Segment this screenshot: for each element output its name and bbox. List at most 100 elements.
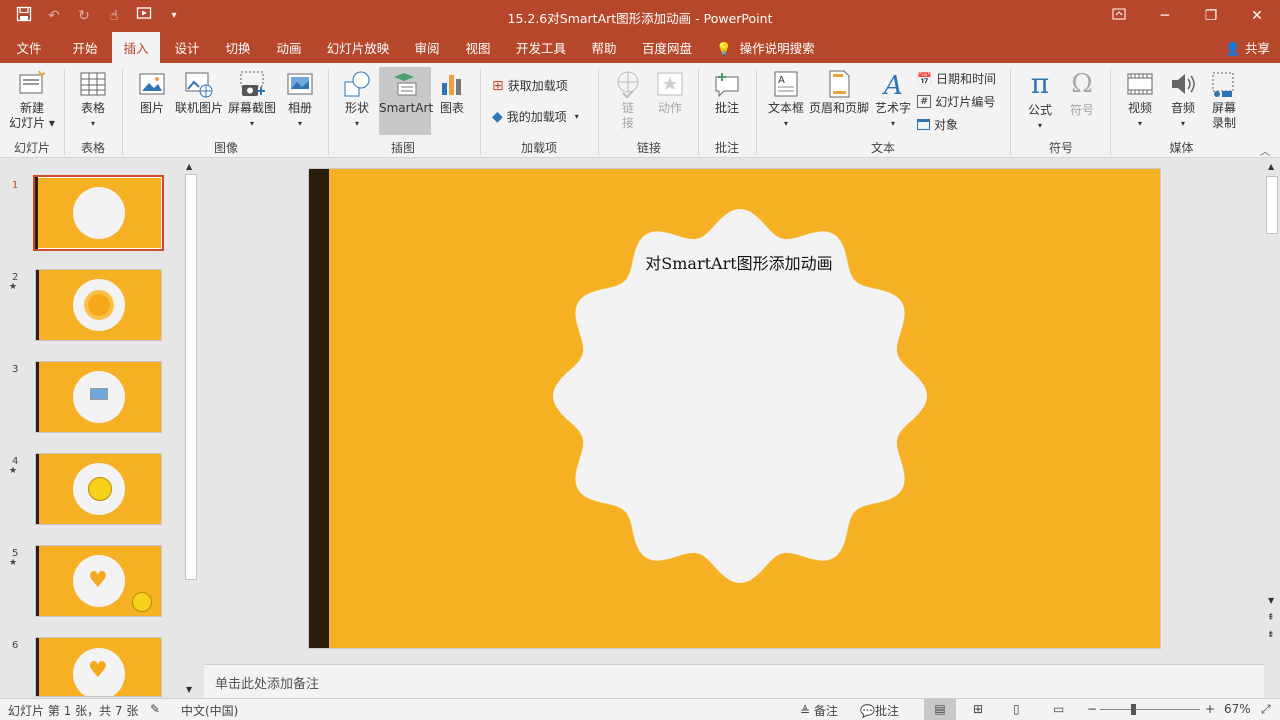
reading-view-icon[interactable]: ▯ bbox=[1013, 702, 1020, 716]
new-slide-button[interactable]: 新建 幻灯片 ▾ bbox=[6, 69, 58, 131]
textbox-button[interactable]: A 文本框 ▾ bbox=[766, 69, 806, 131]
action-button[interactable]: 动作 bbox=[652, 69, 688, 116]
tab-view[interactable]: 视图 bbox=[457, 32, 499, 63]
table-button[interactable]: 表格 ▾ bbox=[70, 69, 116, 131]
person-icon: 👤 bbox=[1225, 41, 1241, 56]
screenshot-label: 屏幕截图 bbox=[227, 101, 276, 115]
online-picture-icon bbox=[185, 72, 213, 98]
fit-slide-icon[interactable]: ⤢ bbox=[1261, 702, 1271, 717]
notes-pane[interactable]: 单击此处添加备注 bbox=[204, 664, 1264, 698]
tab-review[interactable]: 审阅 bbox=[406, 32, 448, 63]
symbol-button[interactable]: Ω 符号 bbox=[1064, 69, 1100, 118]
date-time-button[interactable]: 📅 日期和时间 bbox=[917, 70, 996, 87]
shapes-icon bbox=[344, 71, 370, 97]
tab-file[interactable]: 文件 bbox=[8, 32, 50, 63]
screen-record-button[interactable]: 屏幕 录制 bbox=[1205, 69, 1243, 131]
chevron-down-icon: ▾ bbox=[890, 119, 895, 128]
restore-icon[interactable]: ❐ bbox=[1188, 0, 1234, 32]
object-button[interactable]: 对象 bbox=[917, 116, 958, 133]
slide-thumbnail-2[interactable] bbox=[35, 269, 162, 341]
previous-slide-icon[interactable]: ⇞ bbox=[1267, 613, 1275, 623]
ribbon-divider bbox=[328, 69, 329, 155]
picture-icon bbox=[139, 73, 165, 95]
language-indicator[interactable]: 中文(中国) bbox=[181, 702, 238, 719]
comment-label: 批注 bbox=[714, 101, 739, 115]
my-addins-button[interactable]: ◆ 我的加载项 ▾ bbox=[492, 108, 579, 125]
tab-transitions[interactable]: 切换 bbox=[218, 32, 258, 63]
group-comments-label: 批注 bbox=[714, 141, 739, 155]
ribbon-divider bbox=[1110, 69, 1111, 155]
ribbon-display-options-icon[interactable] bbox=[1096, 0, 1142, 32]
online-picture-button[interactable]: 联机图片 bbox=[174, 69, 224, 116]
tab-developer[interactable]: 开发工具 bbox=[510, 32, 572, 63]
scroll-down-icon[interactable]: ▼ bbox=[186, 685, 192, 694]
picture-button[interactable]: 图片 bbox=[134, 69, 170, 116]
tell-me-search[interactable]: 💡 操作说明搜索 bbox=[716, 32, 826, 63]
normal-view-icon[interactable]: ▤ bbox=[924, 699, 956, 720]
zoom-in-icon[interactable]: + bbox=[1205, 702, 1215, 716]
slide-thumbnail-5[interactable]: ♥ bbox=[35, 545, 162, 617]
tab-design[interactable]: 设计 bbox=[166, 32, 208, 63]
chevron-down-icon: ▾ bbox=[297, 119, 302, 128]
addins-icon: ◆ bbox=[492, 108, 503, 125]
pi-icon: π bbox=[1030, 67, 1050, 100]
screenshot-button[interactable]: 屏幕截图 ▾ bbox=[227, 69, 277, 131]
chart-button[interactable]: 图表 bbox=[434, 69, 470, 116]
slide-thumbnail-6[interactable]: ♥ bbox=[35, 637, 162, 697]
zoom-slider-thumb[interactable] bbox=[1131, 704, 1136, 715]
close-icon[interactable]: ✕ bbox=[1234, 0, 1280, 32]
wordart-button[interactable]: A 艺术字 ▾ bbox=[873, 69, 913, 131]
tab-animations[interactable]: 动画 bbox=[268, 32, 310, 63]
get-addins-button[interactable]: ⊞ 获取加载项 bbox=[492, 77, 568, 94]
slide-thumbnail-1[interactable] bbox=[33, 175, 164, 251]
group-tables-label: 表格 bbox=[80, 141, 105, 155]
comments-button[interactable]: 💬批注 bbox=[860, 702, 899, 719]
notes-button[interactable]: ≜ 备注 bbox=[800, 702, 838, 719]
collapse-ribbon-icon[interactable]: ︿ bbox=[1260, 143, 1270, 158]
slide-number-button[interactable]: # 幻灯片编号 bbox=[917, 93, 995, 110]
slide-sorter-icon[interactable]: ⊞ bbox=[973, 702, 983, 716]
scroll-down-icon[interactable]: ▼ bbox=[1268, 596, 1274, 605]
symbol-label: 符号 bbox=[1069, 103, 1094, 117]
slideshow-icon[interactable]: ▭ bbox=[1053, 702, 1064, 716]
thumbnail-scrollbar-thumb[interactable] bbox=[185, 174, 197, 580]
next-slide-icon[interactable]: ⇟ bbox=[1267, 630, 1275, 640]
tab-insert[interactable]: 插入 bbox=[112, 32, 160, 64]
slide-thumbnail-3[interactable] bbox=[35, 361, 162, 433]
album-button[interactable]: 相册 ▾ bbox=[282, 69, 318, 131]
zoom-out-icon[interactable]: − bbox=[1087, 702, 1097, 716]
shapes-button[interactable]: 形状 ▾ bbox=[336, 69, 378, 131]
ribbon-divider bbox=[598, 69, 599, 155]
spellcheck-icon[interactable]: ✎ bbox=[150, 702, 160, 716]
tab-slideshow[interactable]: 幻灯片放映 bbox=[322, 32, 394, 63]
equation-button[interactable]: π 公式 ▾ bbox=[1022, 69, 1058, 133]
share-button[interactable]: 👤 共享 bbox=[1225, 32, 1270, 65]
tab-home[interactable]: 开始 bbox=[62, 32, 108, 63]
tab-help[interactable]: 帮助 bbox=[584, 32, 624, 63]
chevron-down-icon: ▾ bbox=[783, 119, 788, 128]
scroll-up-icon[interactable]: ▲ bbox=[186, 162, 192, 171]
slide-title[interactable]: 对SmartArt图形添加动画 bbox=[566, 250, 912, 274]
tab-baidu-netdisk[interactable]: 百度网盘 bbox=[636, 32, 698, 63]
group-images-label: 图像 bbox=[213, 141, 238, 155]
action-icon bbox=[657, 72, 683, 96]
audio-button[interactable]: 音频 ▾ bbox=[1163, 69, 1203, 131]
slide-scrollbar[interactable]: ▲ ▼ ⇞ ⇟ bbox=[1264, 158, 1280, 663]
header-footer-button[interactable]: 页眉和页脚 bbox=[809, 69, 869, 116]
smartart-button[interactable]: SmartArt bbox=[379, 67, 434, 135]
smartart-label: SmartArt bbox=[379, 101, 434, 115]
scrollbar-thumb[interactable] bbox=[1266, 176, 1278, 234]
ribbon-divider bbox=[698, 69, 699, 155]
zoom-slider[interactable] bbox=[1100, 709, 1200, 710]
online-picture-label: 联机图片 bbox=[174, 101, 223, 115]
video-button[interactable]: 视频 ▾ bbox=[1120, 69, 1160, 131]
minimize-icon[interactable]: ─ bbox=[1142, 0, 1188, 32]
comment-button[interactable]: 批注 bbox=[708, 69, 746, 116]
slide-thumbnail-4[interactable] bbox=[35, 453, 162, 525]
animation-star-icon: ★ bbox=[9, 282, 18, 292]
scroll-up-icon[interactable]: ▲ bbox=[1268, 162, 1274, 171]
thumbnail-dark-bar bbox=[36, 362, 39, 432]
title-bar: ↶ ↻ ☝ ▾ 15.2.6对SmartArt图形添加动画 - PowerPoi… bbox=[0, 0, 1280, 32]
zoom-level[interactable]: 67% bbox=[1224, 702, 1251, 716]
link-button[interactable]: 链 接 bbox=[610, 69, 646, 131]
